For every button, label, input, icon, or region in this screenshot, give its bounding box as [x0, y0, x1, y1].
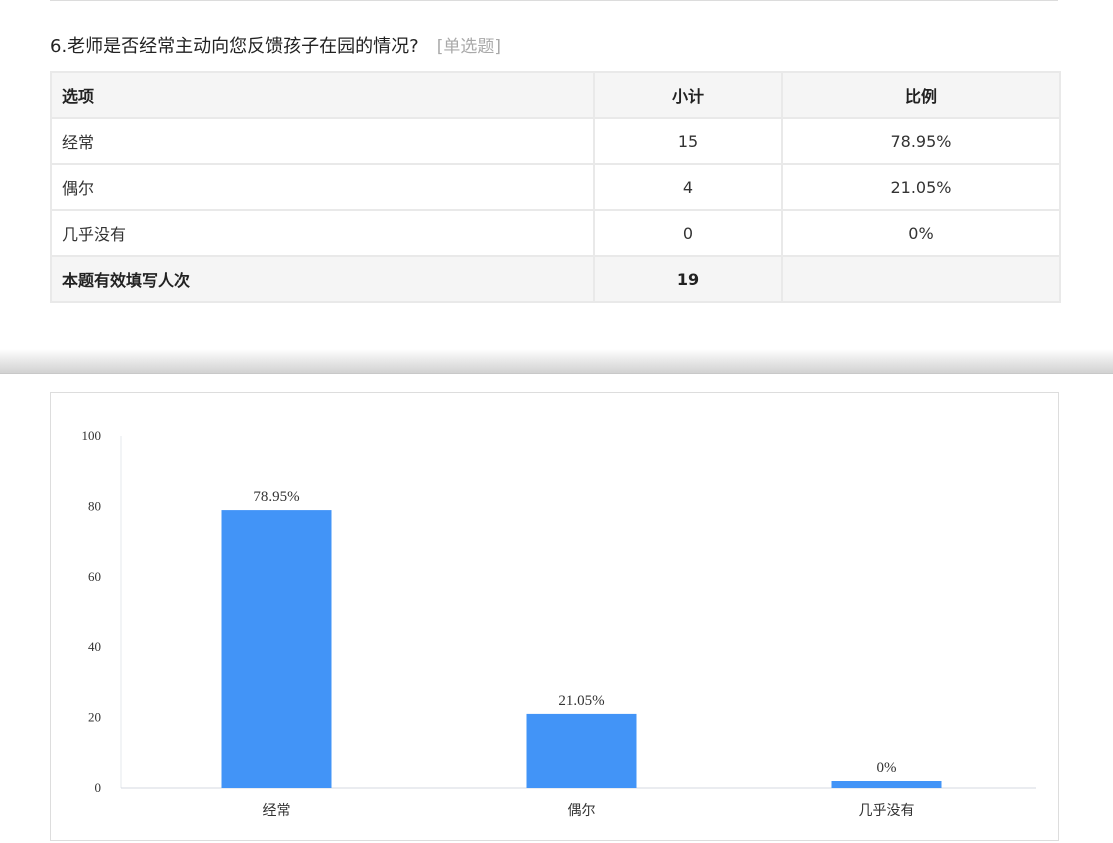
bar-chart-panel: 0 20 40 60 80 100 78.95% 经常 21.05% 偶尔 0% 几乎没有 — [50, 392, 1059, 841]
data-label: 21.05% — [558, 693, 604, 709]
section-divider — [0, 349, 1113, 374]
stats-table: 选项 小计 比例 经常 15 78.95% 偶尔 4 21.05% 几乎没有 0… — [50, 71, 1061, 303]
row-ratio: 21.05% — [781, 163, 1061, 211]
table-row: 几乎没有 0 0% — [50, 209, 1061, 257]
table-total-row: 本题有效填写人次 19 — [50, 255, 1061, 303]
bar-chart: 0 20 40 60 80 100 78.95% 经常 21.05% 偶尔 0% 几乎没有 — [82, 428, 1036, 819]
data-label: 78.95% — [253, 489, 299, 505]
bar — [221, 510, 332, 788]
row-option: 几乎没有 — [50, 209, 595, 257]
total-count: 19 — [593, 255, 783, 303]
x-tick-label: 几乎没有 — [859, 803, 915, 819]
y-tick-label: 60 — [88, 569, 101, 584]
previous-section-edge — [50, 0, 1058, 1]
row-count: 4 — [593, 163, 783, 211]
y-tick-label: 80 — [88, 498, 101, 513]
bar — [831, 781, 942, 788]
bar — [526, 713, 637, 788]
total-ratio — [781, 255, 1061, 303]
table-row: 经常 15 78.95% — [50, 117, 1061, 165]
row-ratio: 78.95% — [781, 117, 1061, 165]
row-ratio: 0% — [781, 209, 1061, 257]
question-title: 6.老师是否经常主动向您反馈孩子在园的情况? [单选题] — [50, 32, 501, 58]
y-tick-label: 40 — [88, 639, 101, 654]
header-option: 选项 — [50, 71, 595, 119]
question-type-label: [单选题] — [436, 37, 501, 57]
table-header-row: 选项 小计 比例 — [50, 71, 1061, 119]
x-tick-label: 经常 — [263, 803, 291, 819]
total-label: 本题有效填写人次 — [50, 255, 595, 303]
table-row: 偶尔 4 21.05% — [50, 163, 1061, 211]
row-option: 经常 — [50, 117, 595, 165]
row-count: 0 — [593, 209, 783, 257]
row-option: 偶尔 — [50, 163, 595, 211]
y-tick-label: 20 — [88, 710, 101, 725]
y-tick-label: 100 — [82, 428, 102, 443]
row-count: 15 — [593, 117, 783, 165]
data-label: 0% — [877, 760, 897, 776]
header-count: 小计 — [593, 71, 783, 119]
x-tick-label: 偶尔 — [568, 803, 596, 819]
y-tick-label: 0 — [95, 780, 102, 795]
header-ratio: 比例 — [781, 71, 1061, 119]
question-text: 6.老师是否经常主动向您反馈孩子在园的情况? — [50, 36, 419, 57]
